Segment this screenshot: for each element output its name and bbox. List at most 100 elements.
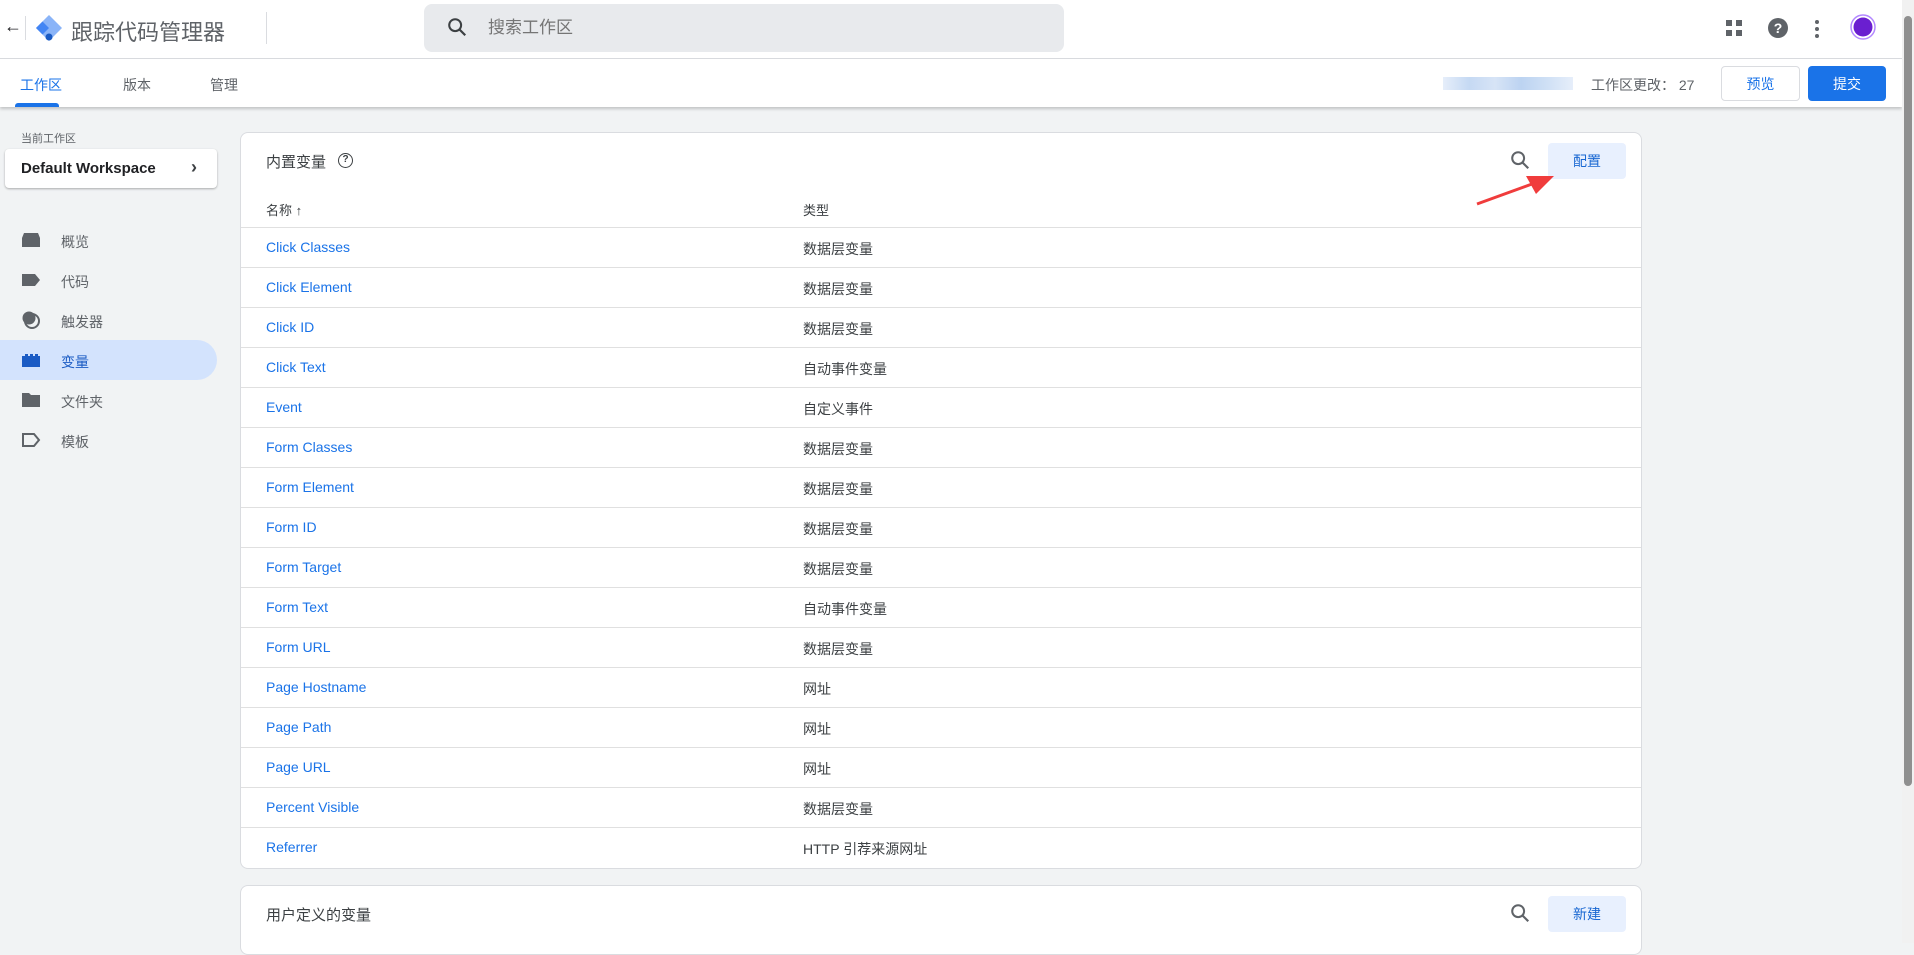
variable-name-link[interactable]: Form ID: [266, 519, 317, 535]
variable-name-link[interactable]: Form URL: [266, 639, 331, 655]
variable-name-link[interactable]: Form Classes: [266, 439, 352, 455]
variable-type: HTTP 引荐来源网址: [803, 841, 928, 857]
variable-name-link[interactable]: Page URL: [266, 759, 331, 775]
sidebar-item-tags[interactable]: 代码: [0, 260, 217, 300]
table-row[interactable]: Form Classes 数据层变量: [241, 427, 1641, 467]
scrollbar-thumb[interactable]: [1904, 16, 1912, 786]
workspace-search[interactable]: [424, 4, 1064, 52]
overview-icon: [22, 233, 40, 247]
tab-bar: 工作区 版本 管理 工作区更改： 27 预览 提交: [0, 59, 1902, 107]
svg-text:?: ?: [1774, 20, 1783, 36]
folder-icon: [22, 393, 40, 407]
top-app-bar: ← 跟踪代码管理器 ?: [0, 0, 1902, 59]
gtm-logo-icon: [36, 15, 62, 41]
sidebar-item-overview[interactable]: 概览: [0, 220, 217, 260]
scrollbar[interactable]: [1902, 0, 1914, 943]
column-header-type: 类型: [803, 203, 830, 218]
builtin-variables-card: 内置变量 ? 配置 名称 ↑ 类型 Click Classes 数据层变量 Clic…: [240, 132, 1642, 869]
template-icon: [22, 433, 41, 447]
tab-workspace[interactable]: 工作区: [20, 75, 62, 95]
tab-versions[interactable]: 版本: [123, 75, 151, 95]
divider: [266, 12, 267, 44]
table-row[interactable]: Form Text 自动事件变量: [241, 587, 1641, 627]
redacted-container-id: [1443, 77, 1573, 90]
apps-grid-icon[interactable]: [1725, 19, 1743, 37]
back-arrow-icon[interactable]: ←: [4, 16, 26, 40]
trigger-icon: [22, 311, 40, 329]
chevron-right-icon: ›: [191, 157, 197, 177]
variable-name-link[interactable]: Percent Visible: [266, 799, 359, 815]
user-defined-variables-card: 用户定义的变量 新建: [240, 885, 1642, 955]
variable-type: 数据层变量: [803, 281, 873, 297]
submit-button[interactable]: 提交: [1808, 66, 1886, 101]
app-title: 跟踪代码管理器: [71, 20, 226, 45]
variable-type: 数据层变量: [803, 521, 873, 537]
sidebar-item-variables[interactable]: 变量: [0, 340, 217, 380]
variable-name-link[interactable]: Form Target: [266, 559, 341, 575]
tag-icon: [22, 274, 40, 286]
table-row[interactable]: Click Text 自动事件变量: [241, 347, 1641, 387]
table-row[interactable]: Page Path 网址: [241, 707, 1641, 747]
variable-type: 数据层变量: [803, 441, 873, 457]
variable-type: 数据层变量: [803, 561, 873, 577]
sidebar-item-templates[interactable]: 模板: [0, 420, 217, 460]
sidebar-item-label: 概览: [61, 234, 89, 250]
variable-name-link[interactable]: Event: [266, 399, 302, 415]
table-row[interactable]: Percent Visible 数据层变量: [241, 787, 1641, 827]
annotation-arrow: [1476, 176, 1554, 206]
table-row[interactable]: Page URL 网址: [241, 747, 1641, 787]
variable-name-link[interactable]: Click Classes: [266, 239, 350, 255]
tab-admin[interactable]: 管理: [210, 75, 238, 95]
variable-type: 数据层变量: [803, 481, 873, 497]
variable-name-link[interactable]: Page Hostname: [266, 679, 366, 695]
search-icon[interactable]: [1509, 149, 1531, 171]
sidebar-item-label: 代码: [61, 274, 89, 290]
sidebar-item-folders[interactable]: 文件夹: [0, 380, 217, 420]
variable-name-link[interactable]: Click Text: [266, 359, 326, 375]
table-row[interactable]: Click ID 数据层变量: [241, 307, 1641, 347]
sidebar-item-label: 变量: [61, 354, 89, 370]
variable-name-link[interactable]: Referrer: [266, 839, 317, 855]
variable-name-link[interactable]: Form Text: [266, 599, 328, 615]
sidebar-item-label: 触发器: [61, 314, 103, 330]
variable-name-link[interactable]: Form Element: [266, 479, 354, 495]
table-row[interactable]: Form Element 数据层变量: [241, 467, 1641, 507]
sidebar-item-triggers[interactable]: 触发器: [0, 300, 217, 340]
table-row[interactable]: Form ID 数据层变量: [241, 507, 1641, 547]
workspace-name: Default Workspace: [21, 160, 156, 177]
variable-type: 网址: [803, 681, 831, 697]
table-row[interactable]: Form URL 数据层变量: [241, 627, 1641, 667]
variable-type: 数据层变量: [803, 641, 873, 657]
table-row[interactable]: Event 自定义事件: [241, 387, 1641, 427]
help-circle-icon[interactable]: ?: [338, 153, 353, 168]
active-tab-indicator: [15, 103, 59, 107]
variable-type: 数据层变量: [803, 801, 873, 817]
variable-type: 自定义事件: [803, 401, 873, 417]
search-input[interactable]: [488, 4, 988, 52]
table-row[interactable]: Referrer HTTP 引荐来源网址: [241, 827, 1641, 867]
preview-button[interactable]: 预览: [1721, 66, 1800, 101]
card-title: 内置变量: [266, 154, 327, 171]
help-icon[interactable]: ?: [1767, 17, 1789, 39]
variable-type: 数据层变量: [803, 241, 873, 257]
variable-type: 自动事件变量: [803, 361, 887, 377]
sidebar-item-label: 文件夹: [61, 394, 103, 410]
table-row[interactable]: Click Classes 数据层变量: [241, 227, 1641, 267]
column-header-name[interactable]: 名称 ↑: [266, 200, 302, 219]
avatar[interactable]: [1850, 14, 1876, 40]
variable-name-link[interactable]: Click Element: [266, 279, 352, 295]
new-variable-button[interactable]: 新建: [1548, 896, 1626, 932]
workspace-selector[interactable]: Default Workspace ›: [5, 149, 217, 188]
table-row[interactable]: Click Element 数据层变量: [241, 267, 1641, 307]
table-row[interactable]: Form Target 数据层变量: [241, 547, 1641, 587]
variables-icon: [22, 354, 40, 367]
variable-name-link[interactable]: Page Path: [266, 719, 331, 735]
search-icon: [448, 18, 467, 37]
variable-type: 网址: [803, 761, 831, 777]
table-row[interactable]: Page Hostname 网址: [241, 667, 1641, 707]
card-title: 用户定义的变量: [266, 907, 372, 924]
variable-name-link[interactable]: Click ID: [266, 319, 314, 335]
search-icon[interactable]: [1509, 902, 1531, 924]
more-vert-icon[interactable]: [1814, 19, 1820, 39]
current-workspace-label: 当前工作区: [21, 133, 76, 145]
